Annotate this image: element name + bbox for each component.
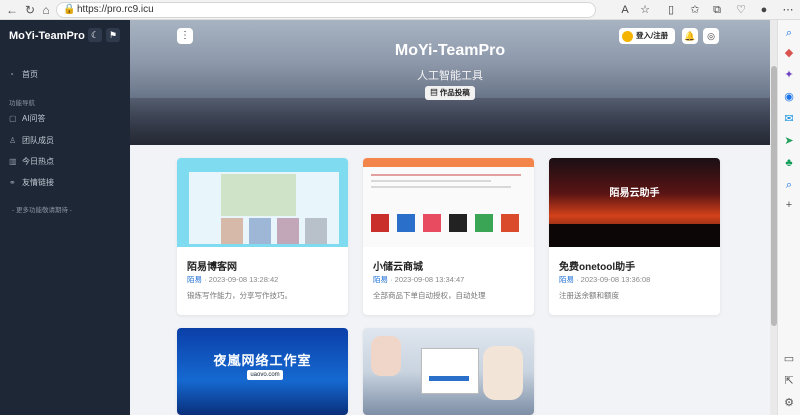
brand-name: MoYi-TeamPro bbox=[9, 30, 85, 42]
card-description: 注册送余额和额度 bbox=[559, 291, 619, 300]
avatar bbox=[622, 30, 633, 42]
sidebar-item-members[interactable]: ♙ 团队成员 bbox=[9, 135, 54, 146]
home-icon: ◔ bbox=[9, 70, 14, 79]
card-description: 锻炼写作能力，分享写作技巧。 bbox=[187, 291, 292, 300]
profile-avatar-icon[interactable]: ● bbox=[757, 3, 771, 17]
card-onetool[interactable]: 陌易云助手 免费onetool助手 陌易 · 2023-09-08 13:36:… bbox=[549, 158, 720, 315]
theme-toggle-icon[interactable]: ☾ bbox=[88, 28, 102, 42]
link-icon: ⚭ bbox=[9, 178, 16, 187]
shopping-icon[interactable]: ◆ bbox=[782, 46, 796, 60]
login-button[interactable]: 登入/注册 bbox=[619, 28, 675, 44]
office-icon[interactable]: ◉ bbox=[782, 90, 796, 104]
search-icon[interactable]: ⌕ bbox=[782, 26, 796, 40]
submit-work-button[interactable]: ▤ 作品投稿 bbox=[425, 86, 475, 100]
card-studio[interactable]: 夜嵐网络工作室 uaovo.com bbox=[177, 328, 348, 415]
tree-icon[interactable]: ♣ bbox=[782, 156, 796, 170]
settings-icon[interactable]: ◎ bbox=[703, 28, 719, 44]
sidebar-item-home[interactable]: ◔ 首页 bbox=[9, 69, 38, 80]
card-image: 陌易云助手 bbox=[549, 158, 720, 247]
games-icon[interactable]: ➤ bbox=[782, 134, 796, 148]
chart-icon: ▥ bbox=[9, 157, 17, 166]
edge-sidebar: ⌕ ◆ ✦ ◉ ✉ ➤ ♣ ⌕ + ▭ ⇱ ⚙ bbox=[777, 20, 800, 415]
favorites-icon[interactable]: ✩ bbox=[688, 3, 702, 17]
search-sidebar-icon[interactable]: ⌕ bbox=[782, 178, 796, 192]
sidebar-section-title: 功能导航 bbox=[9, 100, 35, 107]
sidebar-item-ai[interactable]: ▢ AI问答 bbox=[9, 113, 46, 124]
image-caption: 夜嵐网络工作室 bbox=[213, 353, 312, 368]
sidebar-more: - 更多功能敬请期待 - bbox=[12, 207, 72, 214]
favorite-icon[interactable]: ☆ bbox=[638, 3, 652, 17]
card-meta: 陌易 · 2023-09-08 13:34:47 bbox=[373, 275, 465, 284]
sidebar: MoYi-TeamPro ☾ ⚑ ◔ 首页 功能导航 ▢ AI问答 ♙ 团队成员 ▥ 今… bbox=[0, 20, 130, 415]
sidebar-item-links[interactable]: ⚭ 友情链接 bbox=[9, 177, 54, 188]
refresh-icon[interactable]: ↻ bbox=[22, 2, 38, 18]
collections-icon[interactable]: ⧉ bbox=[710, 3, 724, 17]
document-icon: ▤ bbox=[430, 88, 440, 97]
card-image bbox=[363, 158, 534, 247]
pin-icon[interactable]: ⚑ bbox=[106, 28, 120, 42]
external-link-icon[interactable]: ⇱ bbox=[782, 374, 796, 388]
back-icon[interactable]: ← bbox=[4, 2, 20, 18]
tools-icon[interactable]: ✦ bbox=[782, 68, 796, 82]
user-icon: ♙ bbox=[9, 136, 17, 145]
card-shop[interactable]: 小储云商城 陌易 · 2023-09-08 13:34:47 全部商品下单自动授… bbox=[363, 158, 534, 315]
card-title: 陌易博客网 bbox=[187, 262, 237, 273]
card-title: 小储云商城 bbox=[373, 262, 423, 273]
card-meta: 陌易 · 2023-09-08 13:36:08 bbox=[559, 275, 651, 284]
card-image bbox=[363, 328, 534, 415]
image-subcaption: uaovo.com bbox=[247, 370, 283, 380]
home-icon[interactable]: ⌂ bbox=[38, 2, 54, 18]
shield-icon[interactable]: ♡ bbox=[734, 3, 748, 17]
chat-icon: ▢ bbox=[9, 114, 17, 123]
hero-subtitle: 人工智能工具 bbox=[417, 70, 483, 82]
hero-banner: ⋮ MoYi-TeamPro 人工智能工具 ▤ 作品投稿 登入/注册 🔔 ◎ bbox=[130, 20, 770, 145]
hero-title: MoYi-TeamPro bbox=[394, 42, 506, 59]
bell-icon[interactable]: 🔔 bbox=[682, 28, 698, 44]
more-icon[interactable]: ⋯ bbox=[781, 3, 795, 17]
card-meta: 陌易 · 2023-09-08 13:28:42 bbox=[187, 275, 279, 284]
settings-gear-icon[interactable]: ⚙ bbox=[782, 396, 796, 410]
address-bar[interactable]: 🔒 https://pro.rc9.icu bbox=[56, 2, 596, 18]
card-description: 全部商品下单自动授权，自动处理 bbox=[373, 291, 486, 300]
sidebar-item-hot[interactable]: ▥ 今日热点 bbox=[9, 156, 54, 167]
add-icon[interactable]: + bbox=[782, 198, 796, 212]
card-image bbox=[177, 158, 348, 247]
lock-icon: 🔒 bbox=[63, 4, 76, 15]
card-anime[interactable] bbox=[363, 328, 534, 415]
image-caption: 陌易云助手 bbox=[609, 188, 660, 199]
sidebar-panel-icon[interactable]: ▭ bbox=[782, 352, 796, 366]
browser-toolbar: ← ↻ ⌂ 🔒 https://pro.rc9.icu A ☆ ▯ ✩ ⧉ ♡ … bbox=[0, 0, 800, 20]
card-title: 免费onetool助手 bbox=[559, 262, 636, 273]
card-blog[interactable]: 陌易博客网 陌易 · 2023-09-08 13:28:42 锻炼写作能力，分享… bbox=[177, 158, 348, 315]
card-image: 夜嵐网络工作室 uaovo.com bbox=[177, 328, 348, 415]
outlook-icon[interactable]: ✉ bbox=[782, 112, 796, 126]
read-aloud-icon[interactable]: A bbox=[618, 3, 632, 17]
url-text: https://pro.rc9.icu bbox=[77, 4, 154, 15]
split-screen-icon[interactable]: ▯ bbox=[664, 3, 678, 17]
